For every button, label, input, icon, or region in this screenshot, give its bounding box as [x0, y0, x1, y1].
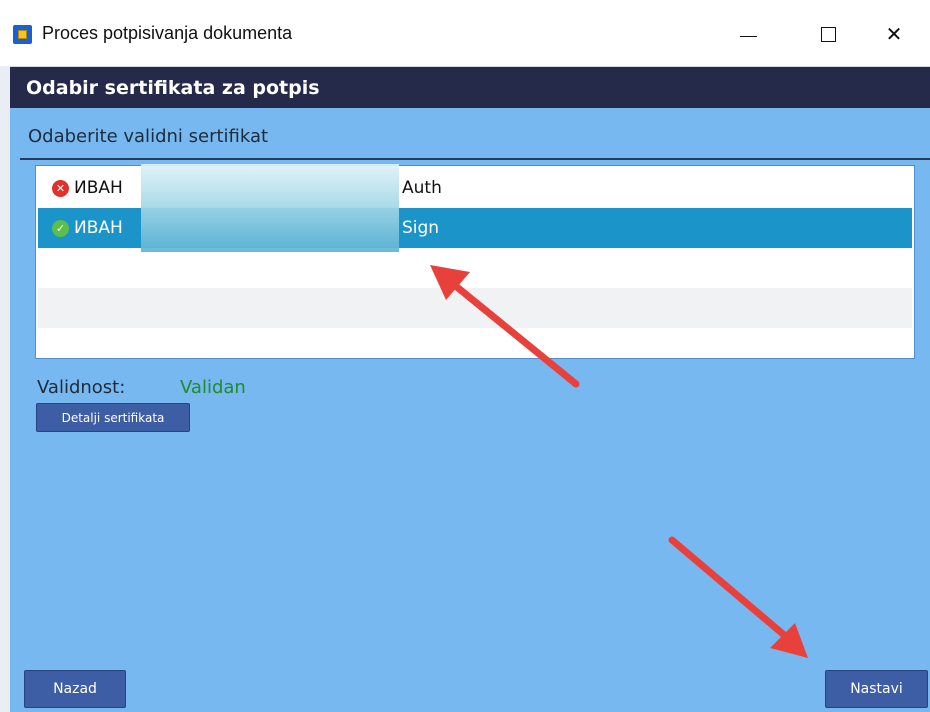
annotation-arrows: [430, 265, 808, 658]
annotation-arrow-to-next-button: [668, 536, 808, 658]
annotation-arrow-to-sign-row: [430, 265, 580, 388]
